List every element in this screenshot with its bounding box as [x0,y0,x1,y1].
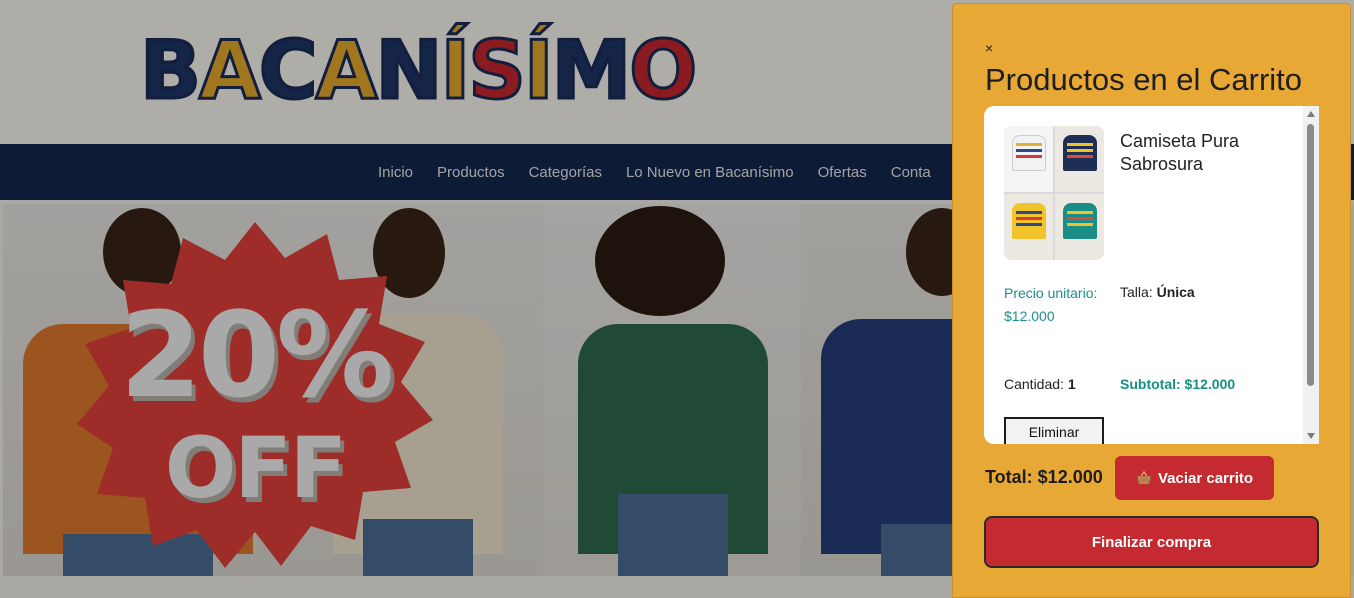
tshirt-teal-image [1055,194,1104,260]
product-image [1004,126,1104,260]
scroll-down-icon[interactable] [1307,433,1315,439]
size-label: Talla: [1120,284,1153,300]
total-value: $12.000 [1037,467,1103,487]
scroll-thumb[interactable] [1307,124,1314,386]
empty-cart-label: Vaciar carrito [1157,469,1254,487]
quantity-value: 1 [1067,376,1076,392]
subtotal-label: Subtotal: [1120,376,1181,392]
tshirt-navy-image [1055,126,1104,192]
unit-price: Precio unitario: $12.000 [1004,282,1104,327]
unit-price-value: $12.000 [1004,307,1055,324]
checkout-button[interactable]: Finalizar compra [984,516,1319,568]
cart-title: Productos en el Carrito [985,62,1303,97]
cart-total: Total: $12.000 [985,467,1103,488]
quantity-info: Cantidad: 1 [1004,376,1076,392]
empty-cart-button[interactable]: Vaciar carrito [1115,456,1274,500]
quantity-label: Cantidad: [1004,376,1064,392]
close-icon[interactable]: × [985,40,993,56]
tshirt-yellow-image [1004,194,1053,260]
subtotal-info: Subtotal: $12.000 [1120,376,1235,392]
list-scrollbar[interactable] [1303,106,1319,444]
cart-item-list[interactable]: Camiseta Pura Sabrosura Precio unitario:… [984,106,1319,444]
unit-price-label: Precio unitario: [1004,285,1098,301]
remove-item-button[interactable]: Eliminar [1004,417,1104,444]
cart-panel: × Productos en el Carrito Camiseta Pura … [952,3,1351,598]
tshirt-white-image [1004,126,1053,192]
product-name: Camiseta Pura Sabrosura [1120,131,1240,174]
basket-icon [1136,471,1152,485]
size-info: Talla: Única [1120,284,1195,300]
total-label: Total: [985,467,1033,487]
subtotal-value: $12.000 [1184,376,1236,392]
scroll-up-icon[interactable] [1307,111,1315,117]
size-value: Única [1156,284,1195,300]
